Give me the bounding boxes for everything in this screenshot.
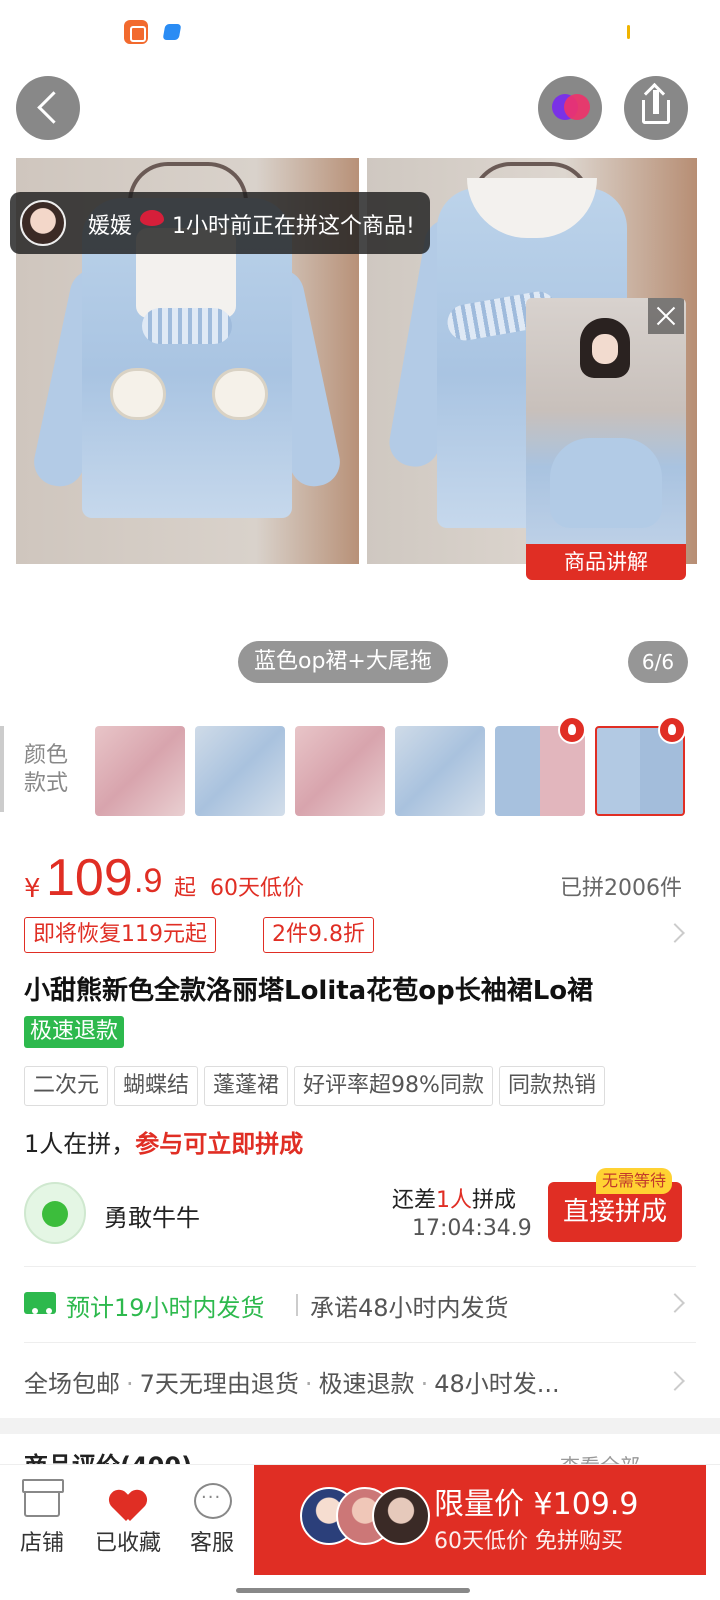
divider — [296, 1294, 298, 1316]
store-label: 店铺 — [19, 1531, 64, 1556]
fast-refund-badge: 极速退款 — [24, 1016, 125, 1048]
service-item: 全场包邮 — [24, 1370, 120, 1398]
promo-tag[interactable]: 2件9.8折 — [263, 917, 374, 953]
product-gallery[interactable]: 媛媛 1小时前正在拼这个商品! 商品讲解 蓝色op裙+大尾拖 6/6 — [0, 64, 720, 704]
divider — [24, 1342, 696, 1343]
avatar — [20, 200, 66, 246]
lips-emoji-icon — [140, 210, 164, 226]
group-user-name: 勇敢牛牛 — [104, 1204, 200, 1232]
chat-icon — [194, 1483, 232, 1519]
group-buy-header: 1人在拼，参与可立即拼成 — [24, 1124, 303, 1159]
hot-flame-icon — [658, 716, 686, 744]
hot-flame-icon — [558, 716, 586, 744]
live-icon-button[interactable] — [538, 76, 602, 140]
service-guarantees[interactable]: 全场包邮 · 7天无理由退货 · 极速退款 · 48小时发... — [24, 1364, 654, 1399]
buyer-message: 1小时前正在拼这个商品! — [172, 214, 415, 239]
price-note: 60天低价 — [210, 876, 304, 901]
current-spec-label: 蓝色op裙+大尾拖 — [238, 641, 448, 683]
favorite-label: 已收藏 — [94, 1531, 161, 1556]
dress-bow — [142, 308, 232, 344]
service-item: 极速退款 — [318, 1370, 415, 1398]
recent-buyer-toast: 媛媛 1小时前正在拼这个商品! — [10, 192, 430, 254]
paw-pocket — [110, 368, 166, 420]
store-tab[interactable]: 店铺 — [0, 1465, 84, 1575]
video-model-face — [592, 334, 618, 364]
avatar — [24, 1182, 86, 1244]
avatar — [372, 1487, 430, 1545]
truck-icon — [24, 1292, 56, 1314]
variant-thumb[interactable] — [395, 726, 485, 816]
price-suffix: 起 — [174, 876, 197, 901]
feature-tag[interactable]: 同款热销 — [498, 1066, 605, 1106]
no-wait-badge: 无需等待 — [596, 1168, 673, 1194]
group-need-text: 还差1人拼成 — [392, 1182, 516, 1214]
chevron-right-icon[interactable] — [665, 1371, 685, 1391]
video-model-dress — [550, 438, 662, 528]
battery-indicator-icon — [627, 25, 630, 39]
product-video-float[interactable]: 商品讲解 — [526, 298, 686, 580]
bottom-action-bar: 店铺 已收藏 客服 限量价 ¥109.9 60天低价 免拼购买 — [0, 1464, 720, 1600]
feature-tag[interactable]: 二次元 — [24, 1066, 109, 1106]
section-gap — [0, 1418, 720, 1434]
currency-symbol: ¥ — [24, 874, 41, 904]
paw-pocket — [212, 368, 268, 420]
chevron-right-icon[interactable] — [665, 923, 685, 943]
close-icon[interactable] — [648, 298, 684, 334]
shipping-promise: 承诺48小时内发货 — [310, 1294, 509, 1322]
variant-thumb[interactable] — [295, 726, 385, 816]
group-cta-text: 参与可立即拼成 — [135, 1130, 304, 1158]
promo-tag[interactable]: 即将恢复119元起 — [24, 917, 216, 953]
app-notification-icon — [162, 24, 182, 40]
variant-label: 颜色 款式 — [24, 743, 69, 796]
product-title-text: 小甜熊新色全款洛丽塔Lolita花苞op长袖裙Lo裙 — [24, 976, 594, 1006]
feature-tag[interactable]: 蓬蓬裙 — [204, 1066, 289, 1106]
divider — [24, 1266, 696, 1267]
price-section: ¥ 109 .9 起 60天低价 已拼2006件 — [0, 840, 720, 916]
heart-icon — [110, 1491, 146, 1521]
product-title: 小甜熊新色全款洛丽塔Lolita花苞op长袖裙Lo裙 极速退款 — [24, 970, 664, 1054]
need-count: 1人 — [436, 1188, 473, 1213]
variant-selector[interactable]: 颜色 款式 — [0, 716, 720, 826]
video-label[interactable]: 商品讲解 — [526, 544, 686, 580]
customer-service-tab[interactable]: 客服 — [170, 1465, 254, 1575]
feature-tag[interactable]: 蝴蝶结 — [114, 1066, 199, 1106]
app-notification-icon — [124, 20, 148, 44]
buy-now-button[interactable]: 限量价 ¥109.9 60天低价 免拼购买 — [254, 1465, 706, 1575]
home-indicator[interactable] — [236, 1588, 470, 1593]
service-label: 客服 — [189, 1531, 234, 1556]
price-integer: 109 — [46, 849, 133, 907]
back-button[interactable] — [16, 76, 80, 140]
share-arrow-icon — [653, 90, 659, 114]
shipping-estimate: 预计19小时内发货 — [66, 1294, 265, 1322]
sold-count: 已拼2006件 — [560, 876, 682, 901]
chevron-right-icon — [665, 1293, 685, 1313]
variant-thumb[interactable] — [95, 726, 185, 816]
service-item: 7天无理由退货 — [139, 1370, 299, 1398]
buy-subtitle: 60天低价 免拼购买 — [434, 1529, 623, 1554]
group-count-text: 1人在拼， — [24, 1130, 136, 1158]
store-icon — [22, 1479, 64, 1517]
group-countdown: 17:04:34.9 — [412, 1216, 532, 1241]
price-decimal: .9 — [134, 862, 163, 900]
live-icon — [564, 94, 590, 120]
group-buy-row[interactable]: 勇敢牛牛 还差1人拼成 17:04:34.9 直接拼成 无需等待 — [0, 1168, 720, 1250]
status-bar — [0, 0, 720, 64]
buy-price-label: 限量价 ¥109.9 — [434, 1487, 639, 1522]
share-button[interactable] — [624, 76, 688, 140]
need-suffix: 拼成 — [472, 1188, 517, 1213]
variant-thumb[interactable] — [195, 726, 285, 816]
favorite-tab[interactable]: 已收藏 — [86, 1465, 170, 1575]
feature-tags: 二次元 蝴蝶结 蓬蓬裙 好评率超98%同款 同款热销 — [24, 1066, 720, 1108]
service-item: 48小时发... — [434, 1370, 560, 1398]
buyer-name: 媛媛 — [88, 214, 133, 239]
need-prefix: 还差 — [392, 1188, 437, 1213]
feature-tag[interactable]: 好评率超98%同款 — [294, 1066, 493, 1106]
shipping-row[interactable]: 预计19小时内发货 承诺48小时内发货 — [0, 1282, 720, 1326]
gallery-page-counter: 6/6 — [628, 641, 688, 683]
buyer-avatars — [300, 1487, 430, 1547]
